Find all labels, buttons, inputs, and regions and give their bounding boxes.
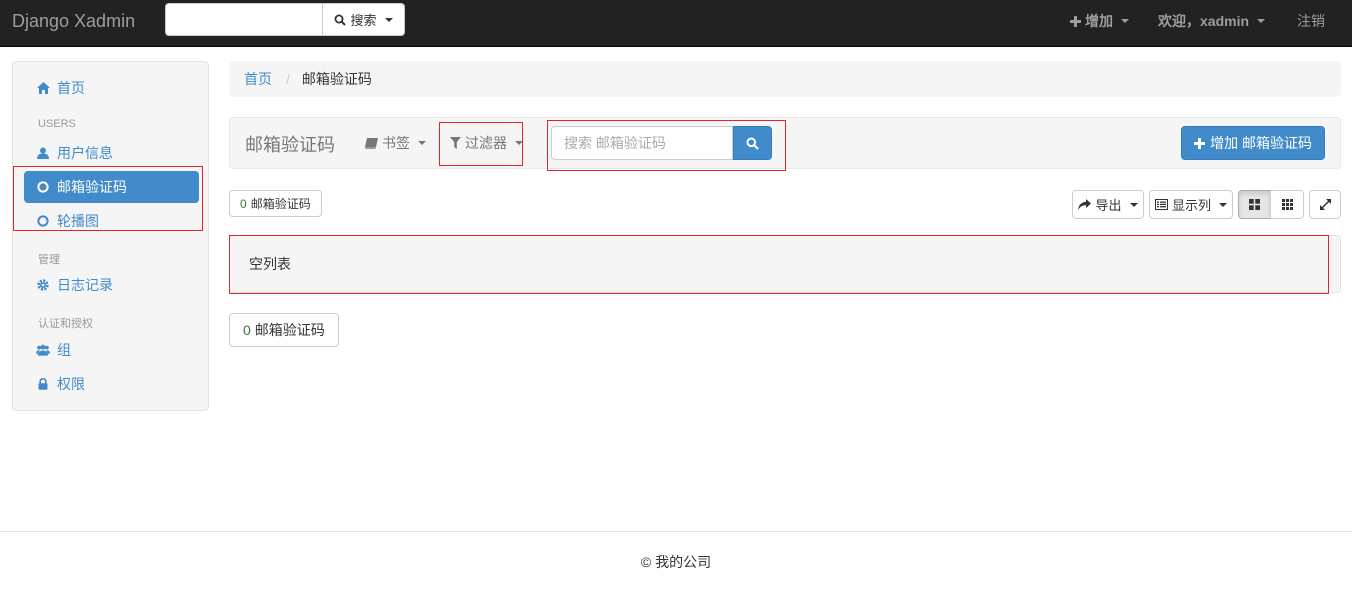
filter-label: 过滤器 xyxy=(465,135,507,151)
sidebar-item-label: 首页 xyxy=(57,80,85,96)
sidebar-item-carousel[interactable]: 轮播图 xyxy=(24,205,199,237)
bookmarks-label: 书签 xyxy=(382,135,410,151)
result-count-bottom: 0 邮箱验证码 xyxy=(229,313,339,347)
fullscreen-button[interactable] xyxy=(1309,190,1341,219)
result-count-number: 0 xyxy=(240,196,247,211)
logout-label: 注销 xyxy=(1297,13,1325,29)
result-count-top: 0 邮箱验证码 xyxy=(229,190,322,217)
gear-icon xyxy=(36,278,50,292)
sidebar-item-home[interactable]: 首页 xyxy=(24,72,199,104)
filter-dropdown[interactable]: 过滤器 xyxy=(450,118,523,168)
sidebar-item-label: 轮播图 xyxy=(57,213,99,229)
bookmarks-dropdown[interactable]: 书签 xyxy=(365,118,426,168)
sidebar-heading: 管理 xyxy=(38,254,60,266)
nav-user-label: 欢迎，xadmin xyxy=(1158,13,1250,29)
list-search-button[interactable] xyxy=(733,126,772,160)
breadcrumb-home-link[interactable]: 首页 xyxy=(244,69,272,89)
home-icon xyxy=(36,81,50,95)
nav-user-menu[interactable]: 欢迎，xadmin xyxy=(1158,0,1266,42)
circle-icon xyxy=(36,180,50,194)
chevron-down-icon xyxy=(1121,19,1129,23)
sidebar-item-email-code[interactable]: 邮箱验证码 xyxy=(24,171,199,203)
search-icon xyxy=(334,14,347,26)
global-search-button[interactable]: 搜索 xyxy=(323,3,405,36)
result-count-label: 邮箱验证码 xyxy=(254,322,325,338)
chevron-down-icon xyxy=(1129,202,1138,207)
global-search-label: 搜索 xyxy=(350,13,377,28)
breadcrumb: 首页 / 邮箱验证码 xyxy=(229,61,1341,97)
columns-dropdown[interactable]: 显示列 xyxy=(1149,190,1233,219)
empty-list-text: 空列表 xyxy=(249,256,291,272)
list-search xyxy=(551,126,772,160)
lock-icon xyxy=(36,377,50,391)
global-search: 搜索 xyxy=(165,3,405,36)
result-count-number: 0 xyxy=(243,322,251,338)
export-dropdown[interactable]: 导出 xyxy=(1072,190,1144,219)
page-title: 邮箱验证码 xyxy=(245,135,335,155)
expand-icon xyxy=(1319,199,1331,210)
share-icon xyxy=(1078,199,1092,210)
chevron-down-icon xyxy=(384,17,393,22)
export-label: 导出 xyxy=(1095,198,1122,213)
columns-label: 显示列 xyxy=(1171,198,1211,213)
empty-list-panel: 空列表 xyxy=(229,235,1341,293)
sidebar-item-label: 用户信息 xyxy=(57,145,113,161)
sidebar-item-permission[interactable]: 权限 xyxy=(24,368,199,400)
nav-add-label: 增加 xyxy=(1085,13,1113,29)
sidebar-heading: 认证和授权 xyxy=(38,318,93,330)
view-small-grid-button[interactable] xyxy=(1270,190,1304,219)
users-icon xyxy=(36,343,50,357)
chevron-down-icon xyxy=(418,141,426,145)
breadcrumb-current: 邮箱验证码 xyxy=(301,71,372,87)
sidebar-item-label: 日志记录 xyxy=(57,277,113,293)
list-search-input[interactable] xyxy=(551,126,733,160)
th-large-icon xyxy=(1249,199,1260,210)
global-search-input[interactable] xyxy=(165,3,323,36)
filter-icon xyxy=(450,137,461,149)
result-count-label: 邮箱验证码 xyxy=(250,197,311,211)
book-icon xyxy=(365,137,378,149)
user-icon xyxy=(36,146,50,160)
nav-add-menu[interactable]: 增加 xyxy=(1070,0,1129,42)
sidebar-item-label: 权限 xyxy=(57,376,85,392)
sidebar: 首页 USERS 用户信息 邮箱验证码 轮播图 管理 日志记录 认证和授权 组 … xyxy=(12,61,209,411)
sidebar-item-group[interactable]: 组 xyxy=(24,334,199,366)
top-navbar: Django Xadmin 搜索 增加 欢迎，xadmin 注销 xyxy=(0,0,1352,47)
brand-logo[interactable]: Django Xadmin xyxy=(12,11,135,32)
plus-icon xyxy=(1194,137,1206,149)
view-large-grid-button[interactable] xyxy=(1238,190,1271,219)
sidebar-item-log[interactable]: 日志记录 xyxy=(24,269,199,301)
footer-copyright: © 我的公司 xyxy=(640,554,712,570)
list-toolbar: 邮箱验证码 书签 过滤器 增加 邮箱验证码 xyxy=(229,117,1341,169)
footer: © 我的公司 xyxy=(0,531,1352,596)
sidebar-item-label: 邮箱验证码 xyxy=(57,179,127,195)
sidebar-item-user-info[interactable]: 用户信息 xyxy=(24,137,199,169)
chevron-down-icon xyxy=(1257,19,1266,23)
sidebar-item-label: 组 xyxy=(57,342,71,358)
circle-icon xyxy=(36,214,50,228)
th-icon xyxy=(1281,199,1293,210)
sidebar-heading: USERS xyxy=(38,118,76,130)
add-item-label: 增加 邮箱验证码 xyxy=(1210,135,1312,151)
chevron-down-icon xyxy=(515,141,523,145)
chevron-down-icon xyxy=(1219,202,1227,207)
logout-link[interactable]: 注销 xyxy=(1297,0,1325,42)
search-icon xyxy=(746,137,759,150)
add-item-button[interactable]: 增加 邮箱验证码 xyxy=(1181,126,1325,160)
list-alt-icon xyxy=(1154,199,1168,210)
breadcrumb-separator: / xyxy=(286,71,290,87)
plus-icon xyxy=(1070,15,1081,27)
